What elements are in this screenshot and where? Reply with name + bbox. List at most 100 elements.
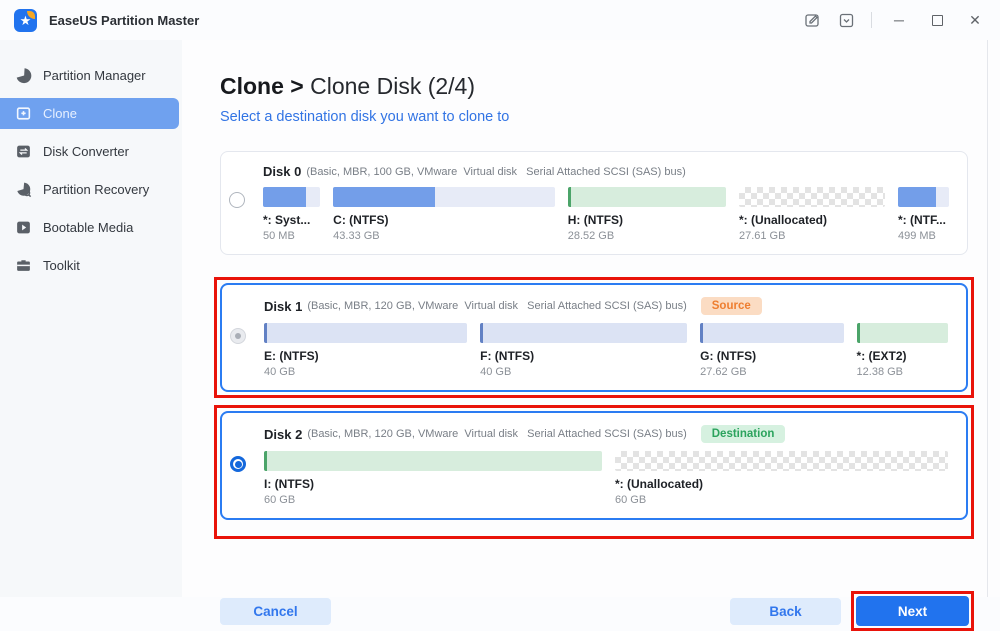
partition-bar: [480, 323, 687, 343]
disk-card-disk-1[interactable]: Disk 1 (Basic, MBR, 120 GB, VMware Virtua…: [220, 283, 968, 392]
disk-header: Disk 2 (Basic, MBR, 120 GB, VMware Virtua…: [264, 425, 948, 443]
app-logo-icon: ★: [14, 9, 37, 32]
sidebar: Partition Manager Clone Disk Converter Part…: [0, 40, 182, 597]
partition-bar: [739, 187, 885, 207]
sidebar-item-label: Partition Recovery: [43, 182, 149, 197]
minimize-button[interactable]: ─: [888, 9, 910, 31]
disk-body: E: (NTFS)40 GB F: (NTFS) 40 GB G: (NTFS)27.…: [230, 323, 948, 378]
partition-g-ntfs: G: (NTFS)27.62 GB: [700, 323, 843, 378]
partition-size: 499 MB: [898, 230, 949, 242]
titlebar: ★ EaseUS Partition Master ─ ✕: [0, 0, 1000, 40]
back-button[interactable]: Back: [730, 598, 841, 625]
annotation-box-disk-1: Disk 1 (Basic, MBR, 120 GB, VMware Virtua…: [214, 277, 974, 398]
toolkit-icon: [15, 257, 32, 274]
partition-label: F: (NTFS): [480, 349, 687, 363]
breadcrumb-arrow: >: [290, 73, 303, 99]
annotation-box-disk-2: Disk 2 (Basic, MBR, 120 GB, VMware Virtua…: [214, 405, 974, 539]
partition-size: 27.61 GB: [739, 230, 885, 242]
sidebar-item-label: Toolkit: [43, 258, 80, 273]
partition-row: *: Syst...50 MBC: (NTFS)43.33 GBH: (NTFS…: [263, 187, 949, 242]
annotation-box-next: Next: [851, 591, 974, 631]
partition-c-ntfs: C: (NTFS)43.33 GB: [333, 187, 555, 242]
partition-bar: [700, 323, 843, 343]
disk-name: Disk 2: [264, 427, 302, 442]
main-content: Clone > Clone Disk (2/4) Select a destin…: [182, 40, 1000, 597]
partition-bar: [263, 187, 320, 207]
disk-radio-disk-0[interactable]: [229, 192, 245, 208]
partition-h-ntfs: H: (NTFS) 28.52 GB: [568, 187, 726, 242]
partition-ext2: *: (EXT2)12.38 GB: [857, 323, 948, 378]
close-button[interactable]: ✕: [964, 9, 986, 31]
disk-name: Disk 0: [263, 164, 301, 179]
partition-bar: [333, 187, 555, 207]
sidebar-item-label: Disk Converter: [43, 144, 129, 159]
partition-row: E: (NTFS)40 GB F: (NTFS) 40 GB G: (NTFS)27.…: [264, 323, 948, 378]
sidebar-item-label: Bootable Media: [43, 220, 133, 235]
partition-size: 40 GB: [480, 366, 687, 378]
destination-badge: Destination: [701, 425, 786, 443]
disk-name: Disk 1: [264, 299, 302, 314]
partition-label: H: (NTFS): [568, 213, 726, 227]
partition-size: 60 GB: [264, 494, 602, 506]
cancel-button[interactable]: Cancel: [220, 598, 331, 625]
sidebar-item-label: Clone: [43, 106, 77, 121]
partition-label: *: Syst...: [263, 213, 320, 227]
sidebar-item-toolkit[interactable]: Toolkit: [0, 250, 179, 281]
partition-e-ntfs: E: (NTFS)40 GB: [264, 323, 467, 378]
partition-unallocated: *: (Unallocated) 27.61 GB: [739, 187, 885, 242]
partition-bar: [264, 451, 602, 471]
partition-label: *: (Unallocated): [739, 213, 885, 227]
partition-label: C: (NTFS): [333, 213, 555, 227]
sidebar-item-disk-converter[interactable]: Disk Converter: [0, 136, 179, 167]
partition-size: 40 GB: [264, 366, 467, 378]
disk-list: Disk 0 (Basic, MBR, 100 GB, VMware Virtua…: [220, 151, 980, 539]
disk-converter-icon: [15, 143, 32, 160]
partition-bar: [615, 451, 948, 471]
disk-body: *: Syst...50 MBC: (NTFS)43.33 GBH: (NTFS…: [229, 187, 949, 242]
app-title: EaseUS Partition Master: [49, 13, 199, 28]
disk-details: (Basic, MBR, 120 GB, VMware Virtual disk…: [307, 428, 686, 440]
partition-syst: *: Syst... 50 MB: [263, 187, 320, 242]
disk-gap: [220, 255, 980, 277]
page-subtitle: Select a destination disk you want to cl…: [220, 109, 1000, 125]
sidebar-item-partition-recovery[interactable]: Partition Recovery: [0, 174, 179, 205]
partition-bar: [898, 187, 949, 207]
partition-size: 50 MB: [263, 230, 320, 242]
partition-size: 28.52 GB: [568, 230, 726, 242]
disk-details: (Basic, MBR, 100 GB, VMware Virtual disk…: [306, 166, 685, 178]
partition-bar: [857, 323, 948, 343]
partition-bar-fill: [898, 187, 936, 207]
sidebar-item-label: Partition Manager: [43, 68, 146, 83]
disk-card-disk-0[interactable]: Disk 0 (Basic, MBR, 100 GB, VMware Virtua…: [220, 151, 968, 255]
version-dropdown-icon[interactable]: [837, 11, 855, 29]
partition-bar: [568, 187, 726, 207]
bootable-media-icon: [15, 219, 32, 236]
partition-ntf: *: (NTF... 499 MB: [898, 187, 949, 242]
partition-label: *: (NTF...: [898, 213, 949, 227]
partition-size: 60 GB: [615, 494, 948, 506]
breadcrumb: Clone > Clone Disk (2/4): [220, 73, 1000, 100]
pie-chart-icon: [15, 67, 32, 84]
source-badge: Source: [701, 297, 762, 315]
feedback-note-icon[interactable]: [803, 11, 821, 29]
partition-label: *: (EXT2): [857, 349, 948, 363]
sidebar-item-partition-manager[interactable]: Partition Manager: [0, 60, 179, 91]
partition-label: I: (NTFS): [264, 477, 602, 491]
disk-radio-disk-2[interactable]: [230, 456, 246, 472]
disk-header: Disk 0 (Basic, MBR, 100 GB, VMware Virtua…: [263, 164, 949, 179]
partition-recovery-icon: [15, 181, 32, 198]
breadcrumb-page: Clone Disk (2/4): [310, 73, 475, 99]
partition-label: *: (Unallocated): [615, 477, 948, 491]
sidebar-item-bootable-media[interactable]: Bootable Media: [0, 212, 179, 243]
maximize-button[interactable]: [926, 9, 948, 31]
sidebar-item-clone[interactable]: Clone: [0, 98, 179, 129]
partition-row: I: (NTFS) 60 GB *: (Unallocated) 60 GB: [264, 451, 948, 506]
disk-card-disk-2[interactable]: Disk 2 (Basic, MBR, 120 GB, VMware Virtua…: [220, 411, 968, 520]
disk-gap: [220, 398, 980, 405]
next-button[interactable]: Next: [856, 596, 969, 626]
breadcrumb-section: Clone: [220, 73, 284, 99]
partition-label: G: (NTFS): [700, 349, 843, 363]
disk-radio-disk-1: [230, 328, 246, 344]
disk-details: (Basic, MBR, 120 GB, VMware Virtual disk…: [307, 300, 686, 312]
partition-bar-fill: [263, 187, 306, 207]
